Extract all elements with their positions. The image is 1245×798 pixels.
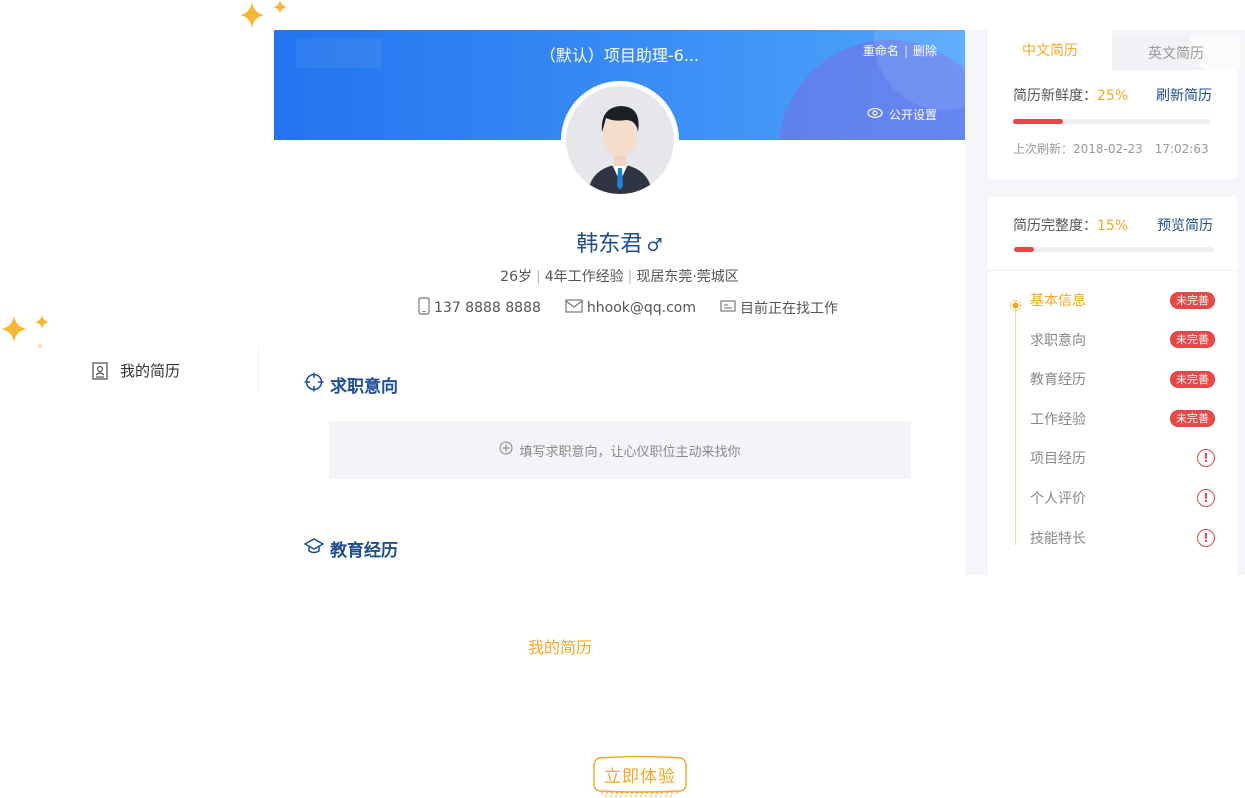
location-text: 现居东莞·莞城区 bbox=[636, 269, 739, 285]
phone-icon bbox=[418, 297, 430, 319]
tab-label: 英文简历 bbox=[1148, 46, 1204, 62]
try-now-label: 立即体验 bbox=[604, 766, 676, 787]
section-title-intention: 求职意向 bbox=[304, 372, 398, 397]
candidate-summary: 26岁 | 4年工作经验 | 现居东莞·莞城区 bbox=[274, 266, 965, 286]
warning-icon: ! bbox=[1197, 528, 1215, 547]
checklist-item-label: 项目经历 bbox=[1030, 451, 1086, 468]
status-badge: 未完善 bbox=[1170, 291, 1215, 309]
freshness-progress bbox=[1013, 119, 1211, 124]
mail-icon bbox=[565, 299, 583, 317]
try-now-button[interactable]: 立即体验 bbox=[593, 755, 687, 797]
checklist-item[interactable]: 技能特长! bbox=[1030, 527, 1215, 549]
phone-text: 137 8888 8888 bbox=[434, 300, 541, 316]
checklist-item[interactable]: 项目经历! bbox=[1030, 447, 1215, 469]
rename-link[interactable]: 重命名 bbox=[863, 44, 899, 58]
resume-card: （默认）项目助理-6... 重命名 | 删除 公开设置 韩东君 ♂ 26岁 | … bbox=[274, 30, 965, 575]
completeness-card: 简历完整度：15% 预览简历 基本信息 未完善 求职意向 未完善 教育经历 未完善 工作经验… bbox=[988, 197, 1237, 575]
job-status-info: 目前正在找工作 bbox=[720, 298, 838, 318]
refresh-resume-link[interactable]: 刷新简历 bbox=[1156, 85, 1212, 105]
freshness-label: 简历新鲜度：25% bbox=[1013, 85, 1128, 105]
email-text: hhook@qq.com bbox=[586, 300, 696, 316]
male-icon: ♂ bbox=[646, 235, 663, 256]
completeness-label-text: 简历完整度： bbox=[1013, 218, 1097, 234]
resume-language-tabs: 中文简历 英文简历 bbox=[988, 30, 1240, 70]
freshness-label-text: 简历新鲜度： bbox=[1013, 88, 1097, 104]
graduation-cap-icon bbox=[303, 537, 325, 560]
status-badge: 未完善 bbox=[1170, 410, 1215, 428]
last-refresh-text: 上次刷新：2018-02-23 17:02:63 bbox=[1013, 142, 1209, 156]
action-separator: | bbox=[903, 44, 908, 58]
status-badge: 未完善 bbox=[1170, 370, 1215, 388]
add-intention-label: 填写求职意向，让心仪职位主动来找你 bbox=[519, 444, 741, 460]
completeness-label: 简历完整度：15% bbox=[1013, 215, 1128, 235]
job-status-text: 目前正在找工作 bbox=[740, 301, 838, 317]
tab-chinese-resume[interactable]: 中文简历 bbox=[988, 30, 1112, 70]
banner-actions: 重命名 | 删除 bbox=[863, 42, 937, 59]
checklist-item[interactable]: 基本信息 未完善 bbox=[1030, 289, 1215, 311]
sidebar-divider bbox=[258, 348, 259, 392]
checklist-timeline bbox=[1015, 300, 1016, 545]
freshness-progress-fill bbox=[1013, 119, 1063, 124]
feature-label: 我的简历 bbox=[527, 638, 592, 657]
checklist-item-label: 基本信息 bbox=[1030, 293, 1086, 309]
resume-icon bbox=[92, 361, 108, 380]
public-settings-label: 公开设置 bbox=[888, 108, 937, 122]
target-icon bbox=[304, 372, 324, 397]
card-divider bbox=[988, 270, 1237, 271]
public-settings-button[interactable]: 公开设置 bbox=[867, 106, 937, 123]
checklist-item[interactable]: 工作经验 未完善 bbox=[1030, 408, 1215, 430]
avatar-image bbox=[566, 86, 674, 194]
warning-icon: ! bbox=[1197, 489, 1215, 507]
sidebar-item-label: 我的简历 bbox=[120, 362, 181, 380]
checklist-item[interactable]: 教育经历 未完善 bbox=[1030, 368, 1215, 390]
sparkle-left-decoration bbox=[0, 312, 56, 352]
age-text: 26岁 bbox=[500, 269, 532, 285]
id-card-icon bbox=[720, 299, 736, 317]
summary-separator: | bbox=[536, 269, 541, 285]
section-title-text: 教育经历 bbox=[330, 541, 398, 561]
email-info: hhook@qq.com bbox=[565, 299, 696, 317]
summary-separator: | bbox=[627, 269, 633, 285]
add-intention-button[interactable]: 填写求职意向，让心仪职位主动来找你 bbox=[329, 421, 911, 479]
checklist-item-label: 技能特长 bbox=[1030, 530, 1086, 547]
tab-english-resume[interactable]: 英文简历 bbox=[1112, 36, 1240, 70]
avatar[interactable] bbox=[561, 81, 679, 199]
name-text: 韩东君 bbox=[576, 232, 643, 257]
sun-icon bbox=[1010, 296, 1021, 311]
completeness-progress bbox=[1014, 247, 1214, 252]
checklist-item-label: 工作经验 bbox=[1030, 411, 1086, 428]
sparkle-top-decoration bbox=[236, 0, 292, 32]
checklist-item-label: 求职意向 bbox=[1030, 332, 1086, 349]
contact-row: 137 8888 8888 hhook@qq.com 目前正在找工作 bbox=[418, 297, 862, 319]
section-title-education: 教育经历 bbox=[303, 536, 398, 561]
checklist-item-label: 个人评价 bbox=[1030, 491, 1086, 507]
eye-icon bbox=[867, 107, 883, 122]
section-title-text: 求职意向 bbox=[330, 377, 398, 397]
delete-link[interactable]: 删除 bbox=[913, 44, 937, 58]
completeness-value: 15% bbox=[1097, 218, 1129, 234]
status-badge: 未完善 bbox=[1170, 331, 1215, 349]
preview-resume-link[interactable]: 预览简历 bbox=[1157, 215, 1213, 235]
resume-title: （默认）项目助理-6... bbox=[539, 46, 700, 65]
plus-circle-icon bbox=[499, 441, 514, 459]
checklist-item[interactable]: 求职意向 未完善 bbox=[1030, 329, 1215, 351]
freshness-card: 简历新鲜度：25% 刷新简历 上次刷新：2018-02-23 17:02:63 bbox=[988, 70, 1237, 178]
completeness-progress-fill bbox=[1014, 247, 1034, 252]
candidate-name: 韩东君 ♂ bbox=[274, 226, 965, 258]
checklist-item[interactable]: 个人评价! bbox=[1030, 487, 1215, 509]
sidebar-item-my-resume[interactable]: 我的简历 bbox=[92, 360, 180, 381]
warning-icon: ! bbox=[1197, 449, 1215, 468]
experience-text: 4年工作经验 bbox=[544, 269, 624, 285]
phone-info: 137 8888 8888 bbox=[418, 297, 541, 319]
checklist-item-label: 教育经历 bbox=[1030, 372, 1086, 389]
freshness-value: 25% bbox=[1097, 88, 1129, 104]
